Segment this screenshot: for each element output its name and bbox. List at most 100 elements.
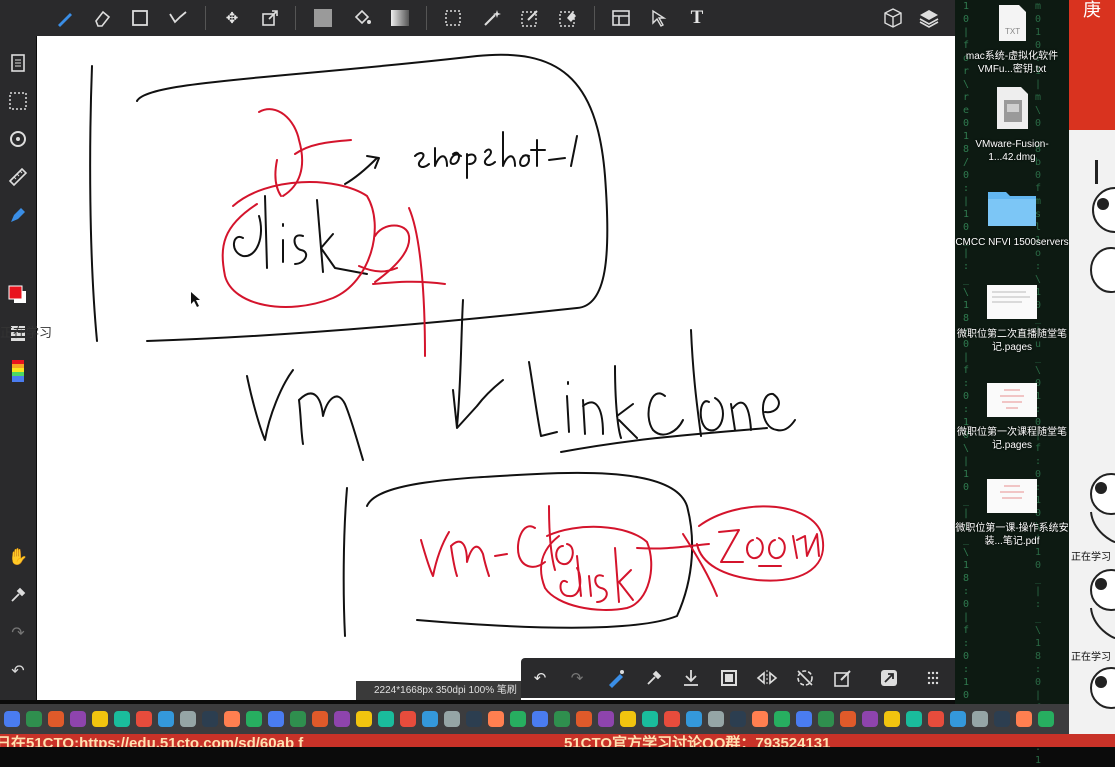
dock-app-icon[interactable]: [466, 711, 482, 727]
desktop-item[interactable]: TXT mac系统-虚拟化软件 VMFu...密钥.txt: [955, 4, 1069, 76]
more-icon[interactable]: [921, 666, 945, 690]
panda-meme-image: [1090, 160, 1115, 293]
dock-app-icon[interactable]: [488, 711, 504, 727]
canvas-icon[interactable]: [608, 5, 634, 31]
dock-app-icon[interactable]: [92, 711, 108, 727]
gradient-icon[interactable]: [387, 5, 413, 31]
pen-tool-icon[interactable]: [604, 666, 628, 690]
dock-app-icon[interactable]: [400, 711, 416, 727]
dock-app-icon[interactable]: [620, 711, 636, 727]
clone-box-left: [342, 487, 348, 637]
dock-app-icon[interactable]: [730, 711, 746, 727]
no-rotate-icon[interactable]: [793, 666, 817, 690]
desktop-item[interactable]: CMCC NFVI 1500servers: [955, 186, 1069, 249]
dock-app-icon[interactable]: [70, 711, 86, 727]
crop-icon[interactable]: [717, 666, 741, 690]
selection-icon[interactable]: [5, 88, 31, 114]
dock-app-icon[interactable]: [26, 711, 42, 727]
color-swatch-icon[interactable]: [5, 282, 31, 308]
bucket-icon[interactable]: [349, 5, 375, 31]
dock-app-icon[interactable]: [686, 711, 702, 727]
edit-icon[interactable]: [831, 666, 855, 690]
dock-app-icon[interactable]: [950, 711, 966, 727]
dock-app-icon[interactable]: [906, 711, 922, 727]
desktop-item[interactable]: 微职位第二次直播随堂笔记.pages: [955, 284, 1069, 354]
dock-app-icon[interactable]: [312, 711, 328, 727]
eraser-icon[interactable]: [89, 5, 115, 31]
document-icon[interactable]: [5, 50, 31, 76]
flip-icon[interactable]: [755, 666, 779, 690]
layers-3d-icon[interactable]: [880, 5, 906, 31]
dock-app-icon[interactable]: [796, 711, 812, 727]
dock-app-icon[interactable]: [378, 711, 394, 727]
move-icon[interactable]: ✥: [219, 5, 245, 31]
dock-app-icon[interactable]: [180, 711, 196, 727]
desktop-item[interactable]: 微职位第一课-操作系统安装...笔记.pdf: [955, 478, 1069, 548]
dock-app-icon[interactable]: [994, 711, 1010, 727]
dock-app-icon[interactable]: [1016, 711, 1032, 727]
red-number-2: [372, 207, 446, 357]
layers-icon[interactable]: [916, 5, 942, 31]
eyedropper-icon[interactable]: [5, 582, 31, 608]
desktop-item-label: 微职位第二次直播随堂笔记.pages: [957, 329, 1067, 353]
redo-icon[interactable]: ↷: [565, 666, 589, 690]
dock-app-icon[interactable]: [224, 711, 240, 727]
brush-icon[interactable]: [52, 5, 78, 31]
fill-swatch-icon[interactable]: [310, 5, 336, 31]
dock-app-icon[interactable]: [114, 711, 130, 727]
pen-icon[interactable]: [5, 202, 31, 228]
drawing-canvas[interactable]: 正在学习: [0, 36, 955, 700]
dock-app-icon[interactable]: [202, 711, 218, 727]
dock-app-icon[interactable]: [972, 711, 988, 727]
dock-app-icon[interactable]: [1038, 711, 1054, 727]
marquee-select-icon[interactable]: [440, 5, 466, 31]
select-arrow-icon[interactable]: [646, 5, 672, 31]
rainbow-icon[interactable]: [5, 358, 31, 384]
dock-app-icon[interactable]: [510, 711, 526, 727]
dock-app-icon[interactable]: [752, 711, 768, 727]
ruler-icon[interactable]: [5, 164, 31, 190]
dock-app-icon[interactable]: [422, 711, 438, 727]
dock-app-icon[interactable]: [268, 711, 284, 727]
selection-pen-icon[interactable]: [517, 5, 543, 31]
selection-eraser-icon[interactable]: [555, 5, 581, 31]
dock-app-icon[interactable]: [554, 711, 570, 727]
curve-icon[interactable]: [165, 5, 191, 31]
dock-app-icon[interactable]: [818, 711, 834, 727]
dock-app-icon[interactable]: [774, 711, 790, 727]
dock-app-icon[interactable]: [884, 711, 900, 727]
dock-app-icon[interactable]: [576, 711, 592, 727]
redo-icon[interactable]: ↷: [5, 620, 31, 646]
dock-app-icon[interactable]: [862, 711, 878, 727]
rotate-icon[interactable]: [5, 126, 31, 152]
share-icon[interactable]: [877, 666, 901, 690]
dock-app-icon[interactable]: [532, 711, 548, 727]
desktop-item[interactable]: 微职位第一次课程随堂笔记.pages: [955, 382, 1069, 452]
text-icon[interactable]: T: [684, 5, 710, 31]
eyedropper-icon[interactable]: [642, 666, 666, 690]
undo-icon[interactable]: ↶: [5, 658, 31, 684]
hand-icon[interactable]: ✋: [5, 544, 31, 570]
dock-app-icon[interactable]: [136, 711, 152, 727]
dock-app-icon[interactable]: [708, 711, 724, 727]
dock-app-icon[interactable]: [246, 711, 262, 727]
dock-app-icon[interactable]: [290, 711, 306, 727]
dock-app-icon[interactable]: [444, 711, 460, 727]
download-icon[interactable]: [679, 666, 703, 690]
undo-icon[interactable]: ↶: [528, 666, 552, 690]
dock-app-icon[interactable]: [356, 711, 372, 727]
dock-app-icon[interactable]: [598, 711, 614, 727]
desktop-item[interactable]: VMware-Fusion-1...42.dmg: [955, 86, 1069, 164]
dock-app-icon[interactable]: [928, 711, 944, 727]
banner-text-right: 51CTO官方学习讨论QQ群：793524131: [564, 735, 831, 747]
dock-app-icon[interactable]: [334, 711, 350, 727]
dock-app-icon[interactable]: [840, 711, 856, 727]
dock-app-icon[interactable]: [4, 711, 20, 727]
magic-wand-icon[interactable]: [479, 5, 505, 31]
dock-app-icon[interactable]: [48, 711, 64, 727]
transform-icon[interactable]: [257, 5, 283, 31]
dock-app-icon[interactable]: [642, 711, 658, 727]
rectangle-icon[interactable]: [127, 5, 153, 31]
dock-app-icon[interactable]: [664, 711, 680, 727]
dock-app-icon[interactable]: [158, 711, 174, 727]
